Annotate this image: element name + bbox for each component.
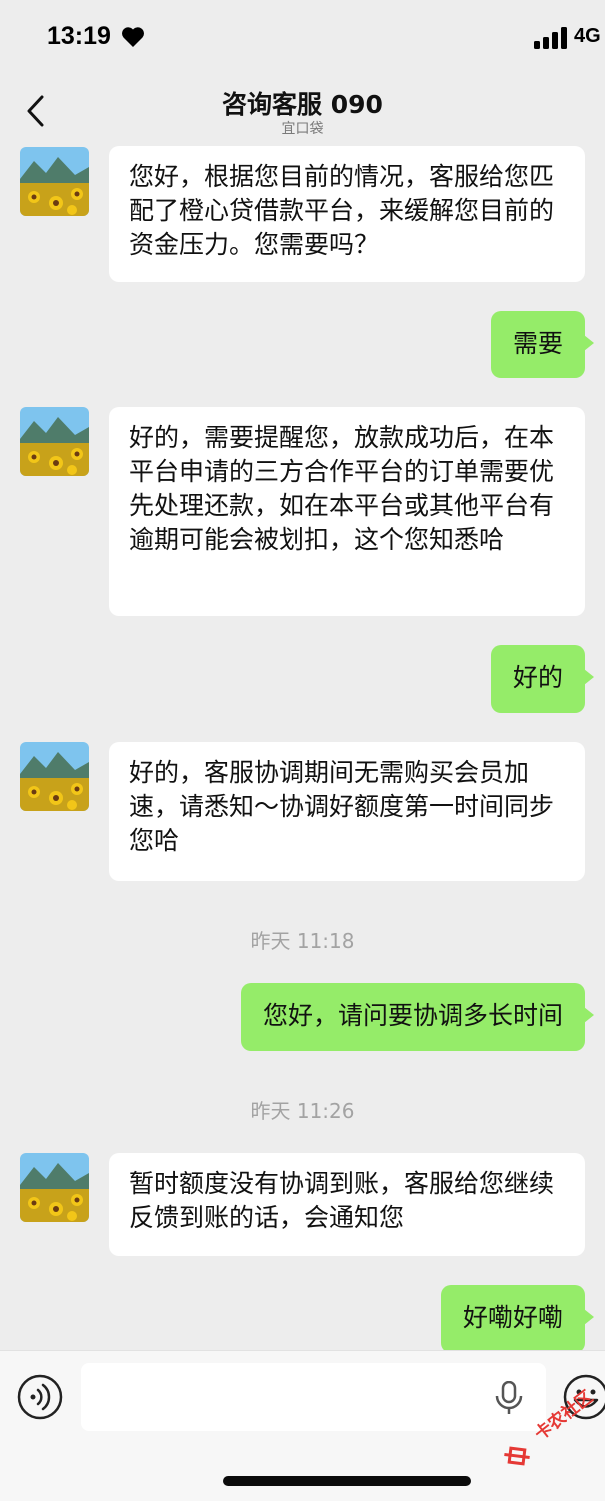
message-bubble-received[interactable]: 暂时额度没有协调到账，客服给您继续反馈到账的话，会通知您: [109, 1153, 585, 1256]
agent-avatar[interactable]: [20, 1153, 89, 1222]
timestamp: 昨天 11:26: [250, 1099, 355, 1123]
network-type: 4G: [574, 25, 601, 47]
message-bubble-received[interactable]: 好的，客服协调期间无需购买会员加速，请悉知～协调好额度第一时间同步您哈: [109, 742, 585, 881]
chat-subtitle: 宜口袋: [281, 121, 324, 137]
chat-header: 咨询客服 090 宜口袋: [0, 75, 605, 145]
message-bubble-received[interactable]: 您好，根据您目前的情况，客服给您匹配了橙心贷借款平台，来缓解您目前的资金压力。您…: [109, 146, 585, 282]
timestamp: 昨天 11:18: [250, 929, 355, 953]
status-bar: 13:19 4G: [0, 0, 605, 75]
status-time: 13:19: [47, 22, 111, 50]
agent-avatar[interactable]: [20, 147, 89, 216]
message-input[interactable]: [81, 1363, 546, 1431]
message-bubble-sent[interactable]: 好嘞好嘞: [440, 1285, 595, 1350]
agent-avatar[interactable]: [20, 742, 89, 811]
chat-title: 咨询客服 090: [222, 90, 383, 119]
agent-avatar[interactable]: [20, 407, 89, 476]
message-bubble-sent[interactable]: 好的: [490, 645, 595, 713]
message-bubble-received[interactable]: 好的，需要提醒您，放款成功后，在本平台申请的三方合作平台的订单需要优先处理还款，…: [109, 407, 585, 616]
message-bubble-sent[interactable]: 需要: [490, 311, 595, 378]
signal-icon: [534, 27, 567, 49]
heart-icon: [122, 27, 144, 47]
home-indicator: [223, 1476, 471, 1486]
voice-icon[interactable]: [16, 1373, 64, 1421]
message-list[interactable]: 您好，根据您目前的情况，客服给您匹配了橙心贷借款平台，来缓解您目前的资金压力。您…: [0, 145, 605, 1350]
message-bubble-sent[interactable]: 您好，请问要协调多长时间: [240, 983, 595, 1051]
